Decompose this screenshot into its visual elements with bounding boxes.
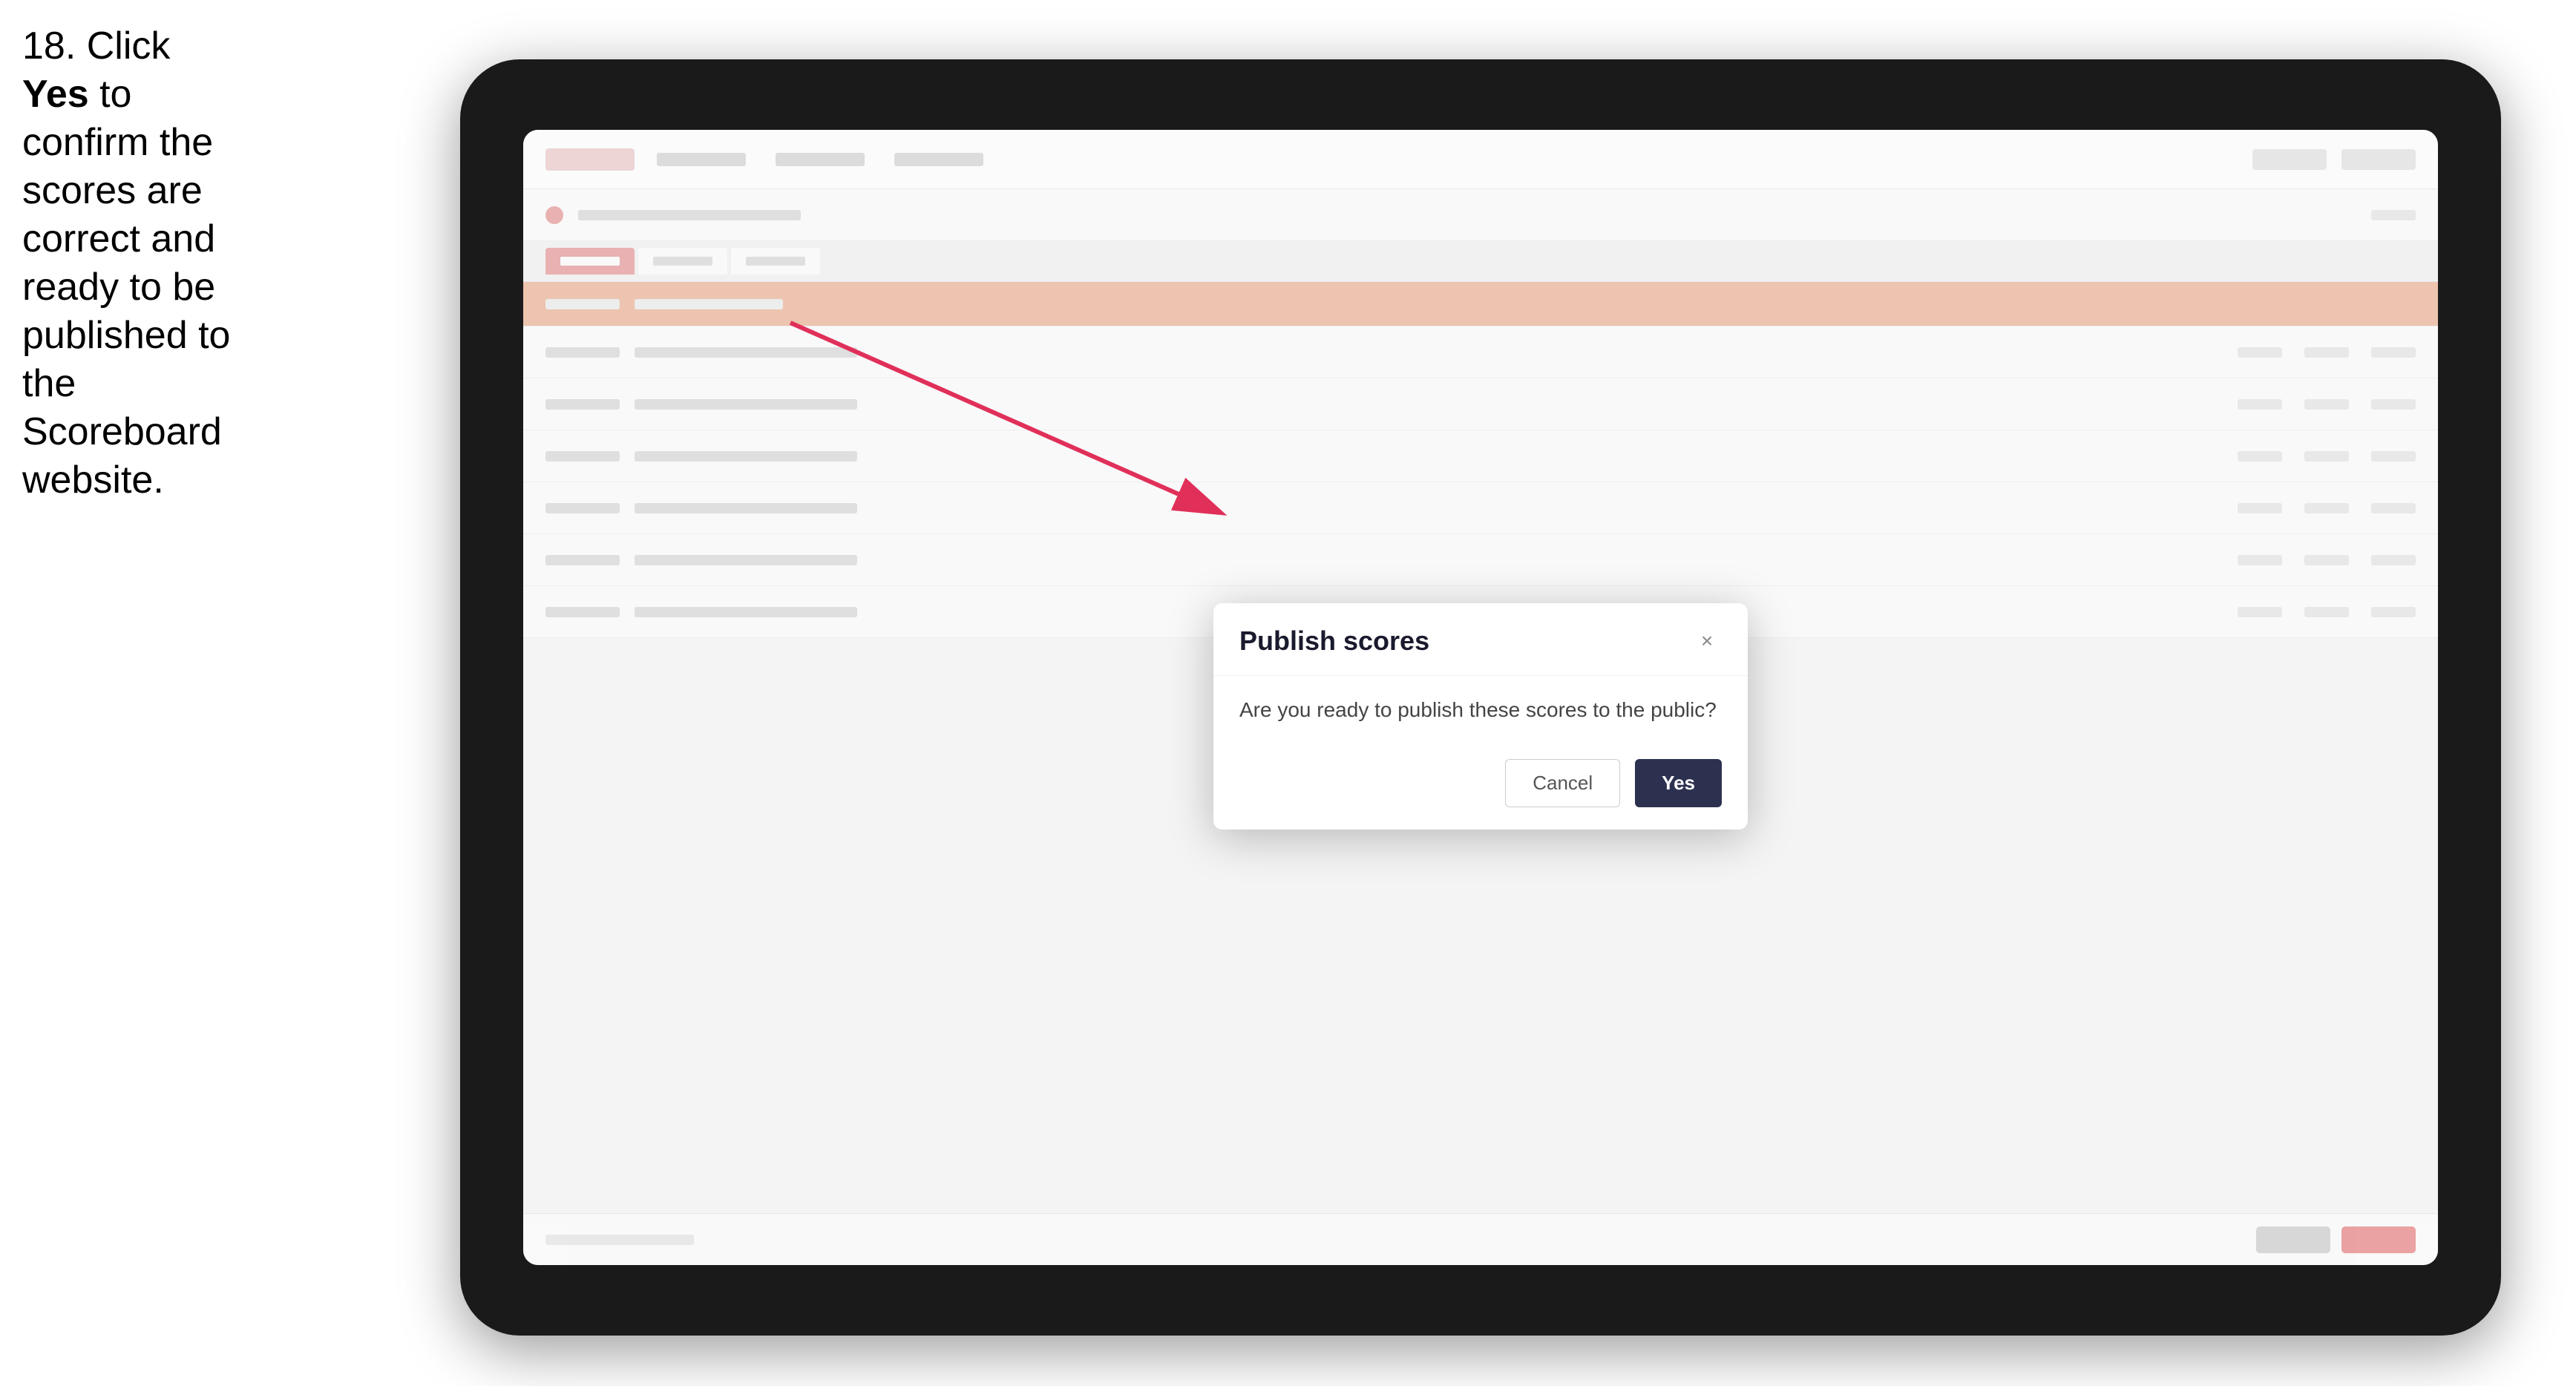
modal-body: Are you ready to publish these scores to… (1213, 676, 1748, 744)
instruction-before-bold: Click (87, 24, 171, 68)
modal-message: Are you ready to publish these scores to… (1239, 698, 1722, 722)
instruction-after-bold: to confirm the scores are correct and re… (22, 73, 230, 502)
bold-word: Yes (22, 73, 89, 116)
instruction-text: 18. Click Yes to confirm the scores are … (22, 22, 237, 505)
modal-title: Publish scores (1239, 625, 1429, 657)
tablet-device: Publish scores × Are you ready to publis… (460, 59, 2501, 1336)
modal-header: Publish scores × (1213, 603, 1748, 676)
publish-scores-modal: Publish scores × Are you ready to publis… (1213, 603, 1748, 830)
modal-overlay: Publish scores × Are you ready to publis… (523, 130, 2438, 1265)
step-number: 18. (22, 24, 76, 68)
cancel-button[interactable]: Cancel (1505, 759, 1620, 807)
tablet-screen: Publish scores × Are you ready to publis… (523, 130, 2438, 1265)
modal-close-button[interactable]: × (1692, 626, 1722, 656)
modal-footer: Cancel Yes (1213, 744, 1748, 830)
yes-button[interactable]: Yes (1635, 759, 1722, 807)
